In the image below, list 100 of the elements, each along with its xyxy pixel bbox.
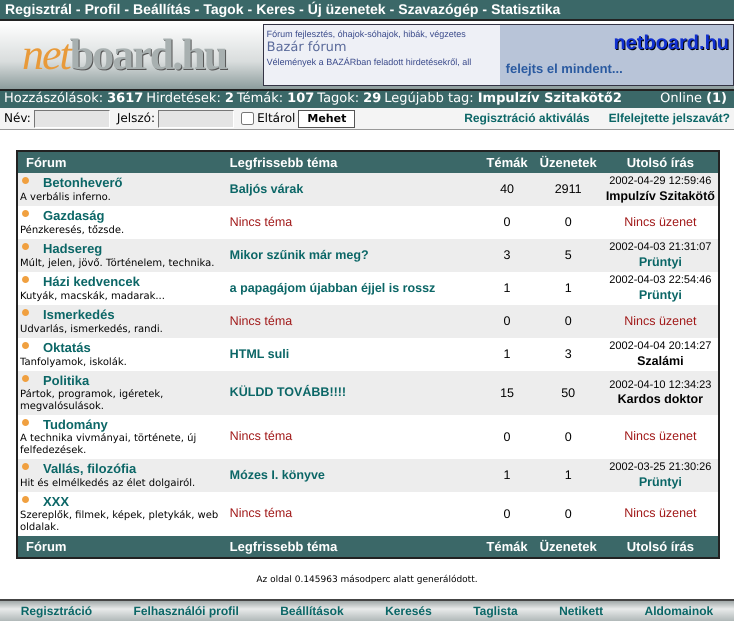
author-name[interactable]: Prüntyi [604, 254, 716, 270]
author-name[interactable]: Prüntyi [604, 288, 716, 303]
forum-link[interactable]: Tudomány [43, 416, 108, 432]
password-field[interactable] [158, 110, 234, 128]
checkbox-label: Eltárol [257, 111, 296, 126]
bullet-icon [22, 243, 29, 250]
post-time: 2002-03-25 21:30:26 [608, 461, 712, 475]
bullet-icon [22, 177, 29, 184]
ad-banner[interactable]: Fórum fejlesztés, óhajok-sóhajok, hibák, végzetes Bazár fórum Vélemények a BAZÁRban feladott hirdetésekről, all netboard.hu felejts el mindent... [262, 24, 734, 86]
table-cell: 0 [534, 206, 603, 239]
menu-link[interactable]: Keres [256, 1, 296, 17]
forum-link[interactable]: Gazdaság [43, 208, 104, 224]
table-cell: 0 [534, 305, 603, 338]
table-cell: 40 [480, 173, 534, 206]
footer-link[interactable]: Beállítások [280, 604, 344, 618]
topic-link[interactable]: Baljós várak [230, 182, 304, 196]
column-header: Utolsó írás [602, 151, 719, 173]
link[interactable]: Elfelejtette jelszavát? [608, 111, 730, 126]
forum-description: Udvarlás, ismerkedés, randi. [20, 324, 164, 336]
banner-text: Fórum fejlesztés, óhajok-sóhajok, hibák, végzetes [266, 28, 467, 40]
remember-checkbox[interactable] [241, 112, 254, 125]
topic-link[interactable]: HTML suli [230, 346, 290, 361]
menu-separator: - [124, 1, 130, 17]
bullet-icon [22, 210, 29, 218]
forum-link[interactable]: Oktatás [43, 340, 91, 356]
forum-description: Múlt, jelen, jövő. Történelem, technika. [20, 258, 216, 270]
no-topic-text: Nincs téma [230, 214, 292, 229]
footer-link[interactable]: Aldomainok [644, 604, 714, 618]
table-cell: 0 [480, 305, 534, 338]
column-header: Utolsó írás [602, 536, 719, 558]
forum-link[interactable]: Betonheverő [43, 175, 122, 190]
menu-separator: - [482, 1, 488, 17]
footer-link[interactable]: Taglista [473, 604, 518, 618]
menu-link[interactable]: Új üzenetek [308, 1, 386, 17]
footer-link[interactable]: Netikett [559, 604, 604, 618]
link[interactable]: Regisztráció aktiválás [464, 111, 590, 126]
topic-link[interactable]: a papagájom újabban éjjel is rossz [230, 280, 436, 295]
stat-value: 3617 [107, 91, 144, 106]
table-cell: 3 [480, 239, 534, 272]
topic-link[interactable]: KÜLDD TOVÁBB!!!! [230, 385, 346, 400]
username-field[interactable] [34, 110, 110, 128]
stat-value: Impulzív Szitakötő2 [478, 91, 622, 106]
no-topic-text: Nincs téma [230, 506, 292, 520]
submit-button[interactable]: Mehet [298, 110, 356, 128]
stat-label: Tagok: [317, 91, 360, 106]
no-topic-text: Nincs téma [230, 429, 292, 444]
stat-label: Témák: [236, 91, 284, 106]
column-header: Fórum [17, 536, 224, 558]
menu-link[interactable]: Regisztrál [5, 1, 72, 17]
bullet-icon [22, 463, 29, 470]
forum-link[interactable]: Vallás, filozófia [43, 461, 136, 476]
bullet-icon [22, 496, 29, 503]
table-cell: 1 [480, 338, 534, 371]
forum-link[interactable]: Politika [43, 372, 90, 388]
post-time: 2002-04-29 12:59:46 [608, 175, 712, 189]
bullet-icon [22, 309, 29, 316]
table-cell: 0 [480, 206, 534, 239]
no-topic-text: Nincs téma [230, 314, 292, 328]
menu-link[interactable]: Statisztika [491, 1, 560, 17]
forum-description: Kutyák, macskák, madarak... [20, 290, 166, 303]
forum-link[interactable]: Házi kedvencek [43, 274, 140, 290]
forum-link[interactable]: XXX [43, 494, 70, 509]
column-header: Üzenetek [534, 151, 603, 173]
footer-link[interactable]: Felhasználói profil [133, 604, 239, 618]
post-time: 2002-04-10 12:34:23 [608, 378, 712, 392]
column-header: Üzenetek [534, 536, 603, 558]
stat-label: Hozzászólások: [4, 91, 104, 106]
author-name[interactable]: Szalámi [604, 354, 716, 369]
menu-separator: - [248, 1, 252, 17]
table-cell: 0 [534, 415, 603, 459]
footer-link[interactable]: Keresés [385, 604, 432, 618]
menu-separator: - [194, 1, 200, 17]
banner-brand: netboard.hu [612, 31, 729, 55]
post-time: 2002-04-04 20:14:27 [608, 340, 712, 354]
forum-description: Pártok, programok, igéretek, megvalósulások. [20, 389, 164, 414]
forum-description: Szereplők, filmek, képek, pletykák, web oldalak. [20, 510, 220, 534]
stat-value: 29 [363, 91, 382, 106]
no-post-text: Nincs üzenet [624, 314, 696, 328]
post-time: 2002-04-03 21:31:07 [608, 241, 712, 255]
topic-link[interactable]: Mikor szűnik már meg? [230, 248, 369, 262]
field-label: Név: [4, 111, 31, 126]
banner-title: Bazár fórum [266, 40, 348, 56]
forum-description: Pénzkeresés, tőzsde. [20, 224, 126, 237]
forum-link[interactable]: Ismerkedés [43, 307, 115, 322]
topic-link[interactable]: Mózes I. könyve [230, 468, 325, 482]
author-name[interactable]: Prüntyi [604, 474, 716, 490]
author-name[interactable]: Impulzív Szitakötő [604, 188, 716, 204]
forum-link[interactable]: Hadsereg [43, 241, 102, 256]
menu-link[interactable]: Profil [84, 1, 120, 17]
author-name[interactable]: Kardos doktor [604, 392, 716, 408]
menu-link[interactable]: Beállítás [133, 1, 191, 17]
column-header: Fórum [17, 151, 224, 173]
bullet-icon [22, 418, 29, 426]
footer-link[interactable]: Regisztráció [20, 604, 92, 618]
generation-time: Az oldal 0.145963 másodperc alatt generálódott. [255, 575, 479, 587]
menu-link[interactable]: Szavazógép [398, 1, 478, 17]
no-post-text: Nincs üzenet [624, 214, 696, 229]
stat-value: 107 [287, 91, 314, 106]
table-cell: 3 [534, 338, 603, 371]
menu-link[interactable]: Tagok [203, 1, 244, 17]
